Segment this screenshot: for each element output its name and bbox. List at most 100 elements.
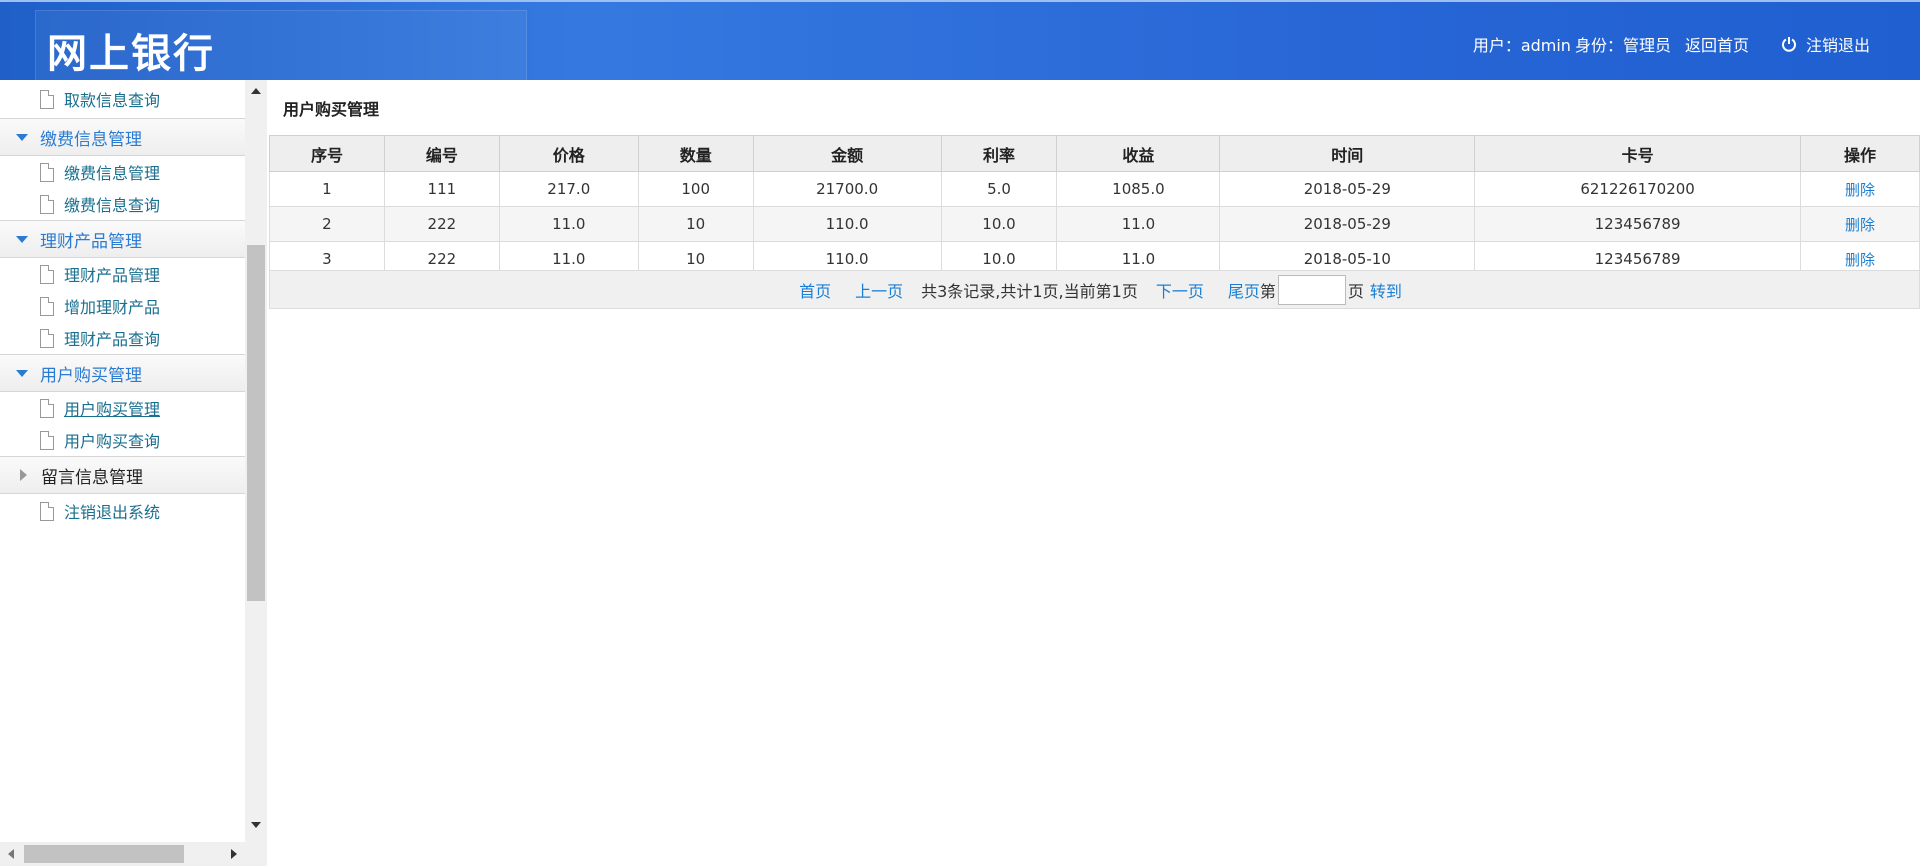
sidebar-item-label: 用户购买管理 [64,400,161,419]
group-label: 缴费信息管理 [40,129,142,150]
table-cell: 110.0 [752,206,942,242]
logout-label: 注销退出 [1805,36,1870,55]
table-cell: 删除 [1800,171,1920,207]
delete-link[interactable]: 删除 [1845,181,1875,199]
sidebar-item-label: 用户购买查询 [64,432,161,451]
table-cell: 删除 [1800,206,1920,242]
column-header: 收益 [1056,135,1221,172]
sidebar-item-label: 增加理财产品 [64,298,161,317]
role-label: 身份：管理员 [1574,36,1671,55]
column-header: 金额 [752,135,942,172]
sidebar-item-finance-query[interactable]: 理财产品查询 [0,322,245,354]
scroll-thumb[interactable] [247,245,265,601]
collapse-arrow-icon [20,469,27,481]
scroll-left-arrow-icon[interactable] [8,849,14,859]
sidebar-item-label: 理财产品查询 [64,330,161,349]
table-header-row: 序号 编号 价格 数量 金额 利率 收益 时间 卡号 操作 [269,135,1920,172]
document-icon [40,162,54,182]
user-info-bar: 用户：admin 身份：管理员 返回首页 注销退出 [1469,32,1870,56]
next-page-link[interactable]: 下一页 [1156,278,1204,302]
column-header: 序号 [269,135,385,172]
pagination-summary: 共3条记录,共计1页,当前第1页 [921,281,1138,301]
top-header: 网上银行 用户：admin 身份：管理员 返回首页 注销退出 [0,0,1920,82]
table-cell: 1085.0 [1056,171,1221,207]
document-icon [40,194,54,214]
sidebar-item-withdraw-query[interactable]: 取款信息查询 [0,80,245,118]
sidebar-group-payment[interactable]: 缴费信息管理 [0,118,245,156]
group-label: 留言信息管理 [41,467,143,488]
column-header: 编号 [383,135,500,172]
sidebar-item-purchase-query[interactable]: 用户购买查询 [0,424,245,456]
table-row: 2 222 11.0 10 110.0 10.0 11.0 2018-05-29… [269,206,1920,242]
table-cell: 10 [637,206,754,242]
page-title: 用户购买管理 [283,100,380,119]
last-page-link[interactable]: 尾页 [1228,278,1260,302]
sidebar-item-label: 缴费信息管理 [64,164,161,183]
table-cell: 217.0 [498,171,639,207]
sidebar-item-payment-manage[interactable]: 缴费信息管理 [0,156,245,188]
table-cell: 5.0 [940,171,1058,207]
sidebar-item-label: 注销退出系统 [64,503,161,522]
table-cell: 1 [269,171,385,207]
pagination-bar: 首页 上一页 共3条记录,共计1页,当前第1页 下一页 尾页 第 页 转到 [269,270,1920,309]
user-label: 用户：admin [1472,36,1571,55]
document-icon [40,89,54,109]
column-header: 数量 [637,135,754,172]
sidebar-item-purchase-manage[interactable]: 用户购买管理 [0,392,245,424]
column-header: 利率 [940,135,1058,172]
column-header: 价格 [498,135,639,172]
table-cell: 11.0 [498,206,639,242]
document-icon [40,264,54,284]
document-icon [40,398,54,418]
purchase-table: 序号 编号 价格 数量 金额 利率 收益 时间 卡号 操作 1 111 217.… [269,135,1920,277]
sidebar-item-finance-manage[interactable]: 理财产品管理 [0,258,245,290]
page-suffix-label: 页 [1347,281,1364,301]
document-icon [40,430,54,450]
scroll-down-arrow-icon[interactable] [251,822,261,828]
sidebar-item-finance-add[interactable]: 增加理财产品 [0,290,245,322]
delete-link[interactable]: 删除 [1845,251,1875,269]
scroll-right-arrow-icon[interactable] [231,849,237,859]
scroll-thumb[interactable] [24,845,184,863]
power-icon [1782,37,1796,52]
sidebar-group-purchase[interactable]: 用户购买管理 [0,354,245,392]
sidebar-vertical-scrollbar[interactable] [245,80,267,866]
expand-arrow-icon [16,133,28,141]
sidebar-group-finance[interactable]: 理财产品管理 [0,220,245,258]
expand-arrow-icon [16,235,28,243]
sidebar-horizontal-scrollbar[interactable] [0,842,245,866]
sidebar-item-logout-system[interactable]: 注销退出系统 [0,494,245,528]
sidebar-item-payment-query[interactable]: 缴费信息查询 [0,188,245,220]
document-icon [40,296,54,316]
column-header: 操作 [1800,135,1920,172]
main-content: 用户购买管理 序号 编号 价格 数量 金额 利率 收益 时间 卡号 操作 1 1… [269,80,1920,866]
sidebar-item-label: 取款信息查询 [64,91,161,110]
group-label: 用户购买管理 [40,365,142,386]
table-cell: 2018-05-29 [1219,171,1476,207]
sidebar-item-label: 理财产品管理 [64,266,161,285]
return-home-link[interactable]: 返回首页 [1685,32,1749,56]
table-cell: 2 [269,206,385,242]
bank-logo: 网上银行 [47,31,215,77]
scroll-up-arrow-icon[interactable] [251,88,261,94]
logout-button[interactable]: 注销退出 [1781,32,1870,56]
table-cell: 21700.0 [752,171,942,207]
first-page-link[interactable]: 首页 [799,278,831,302]
table-cell: 123456789 [1474,206,1801,242]
delete-link[interactable]: 删除 [1845,216,1875,234]
prev-page-link[interactable]: 上一页 [855,278,903,302]
group-label: 理财产品管理 [40,231,142,252]
column-header: 时间 [1219,135,1476,172]
table-cell: 100 [637,171,754,207]
table-row: 1 111 217.0 100 21700.0 5.0 1085.0 2018-… [269,171,1920,207]
sidebar-group-message[interactable]: 留言信息管理 [0,456,245,494]
table-cell: 10.0 [940,206,1058,242]
page-number-input[interactable] [1277,274,1346,305]
document-icon [40,328,54,348]
sidebar-item-label: 缴费信息查询 [64,196,161,215]
table-cell: 2018-05-29 [1219,206,1476,242]
table-cell: 222 [383,206,500,242]
table-cell: 11.0 [1056,206,1221,242]
go-to-page-link[interactable]: 转到 [1370,278,1402,302]
table-cell: 621226170200 [1474,171,1801,207]
